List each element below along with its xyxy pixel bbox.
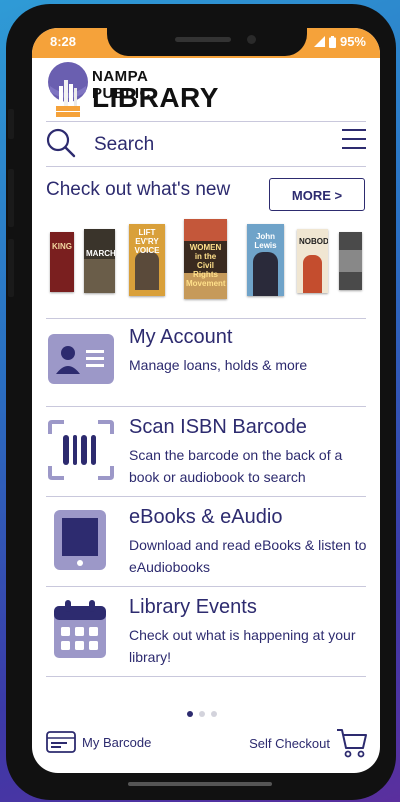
calendar-icon bbox=[54, 600, 106, 658]
page-dot-active[interactable] bbox=[187, 711, 193, 717]
page-dot[interactable] bbox=[199, 711, 205, 717]
book-cover[interactable]: KING bbox=[50, 232, 74, 292]
divider bbox=[46, 121, 366, 122]
menu-item-title: Library Events bbox=[129, 596, 257, 618]
menu-item-scan-isbn[interactable]: Scan ISBN Barcode Scan the barcode on th… bbox=[32, 410, 380, 498]
book-cover[interactable]: NOBODY bbox=[297, 229, 328, 293]
home-indicator[interactable] bbox=[128, 782, 272, 786]
book-cover[interactable]: John Lewis bbox=[247, 224, 284, 296]
battery-percent: 95% bbox=[339, 34, 366, 49]
self-checkout-label: Self Checkout bbox=[249, 735, 330, 751]
tablet-icon bbox=[54, 510, 106, 570]
self-checkout-button[interactable]: Self Checkout bbox=[249, 728, 368, 758]
hamburger-menu-icon[interactable] bbox=[342, 129, 366, 149]
status-bar: 8:28 95% bbox=[32, 28, 380, 58]
menu-item-description: Download and read eBooks & listen to eAu… bbox=[129, 537, 367, 575]
search-icon[interactable] bbox=[46, 128, 76, 158]
account-card-icon bbox=[48, 334, 114, 384]
divider bbox=[46, 676, 366, 677]
divider bbox=[46, 496, 366, 497]
book-cover[interactable]: MARCH bbox=[84, 229, 115, 293]
volume-up-button bbox=[8, 169, 14, 227]
menu-item-title: eBooks & eAudio bbox=[129, 506, 283, 528]
menu-item-description: Scan the barcode on the back of a book o… bbox=[129, 447, 343, 485]
lightbulb-books-icon bbox=[48, 62, 88, 117]
silent-switch bbox=[8, 109, 14, 139]
divider bbox=[46, 406, 366, 407]
menu-item-description: Manage loans, holds & more bbox=[129, 357, 308, 373]
front-camera bbox=[247, 35, 256, 44]
library-logo[interactable]: NAMPA PUBLIC LIBRARY bbox=[46, 60, 218, 120]
more-button[interactable]: MORE > bbox=[269, 178, 365, 211]
my-barcode-label: My Barcode bbox=[82, 734, 152, 750]
signal-icon bbox=[313, 36, 325, 47]
divider bbox=[46, 166, 366, 167]
status-time: 8:28 bbox=[50, 34, 77, 49]
page-dot[interactable] bbox=[211, 711, 217, 717]
search-input[interactable]: Search bbox=[94, 134, 154, 156]
book-cover[interactable] bbox=[339, 232, 362, 290]
camera-notch bbox=[107, 28, 307, 56]
battery-icon bbox=[328, 35, 336, 48]
menu-item-title: My Account bbox=[129, 326, 233, 348]
book-cover[interactable]: WOMEN in the Civil Rights Movement bbox=[184, 219, 227, 299]
barcode-scan-icon bbox=[48, 420, 114, 480]
divider bbox=[46, 586, 366, 587]
app-screen: 8:28 95% NAMPA PUBLIC LIBRARY Search Che… bbox=[32, 28, 380, 773]
divider bbox=[46, 318, 366, 319]
my-barcode-button[interactable]: My Barcode bbox=[46, 731, 151, 753]
shopping-cart-icon bbox=[337, 729, 367, 758]
menu-item-title: Scan ISBN Barcode bbox=[129, 416, 307, 438]
menu-item-description: Check out what is happening at your libr… bbox=[129, 627, 356, 665]
speaker-grille bbox=[175, 37, 231, 42]
section-title: Check out what's new bbox=[46, 179, 231, 200]
status-indicators: 95% bbox=[313, 34, 366, 49]
menu-item-my-account[interactable]: My Account Manage loans, holds & more bbox=[32, 320, 380, 408]
barcode-card-icon bbox=[46, 731, 76, 753]
menu-item-ebooks[interactable]: eBooks & eAudio Download and read eBooks… bbox=[32, 500, 380, 588]
menu-item-library-events[interactable]: Library Events Check out what is happeni… bbox=[32, 590, 380, 678]
logo-text-bottom: LIBRARY bbox=[92, 82, 219, 113]
book-cover[interactable]: LIFT EV'RY VOICE bbox=[129, 224, 165, 296]
page-indicator bbox=[187, 711, 217, 717]
volume-down-button bbox=[8, 239, 14, 297]
